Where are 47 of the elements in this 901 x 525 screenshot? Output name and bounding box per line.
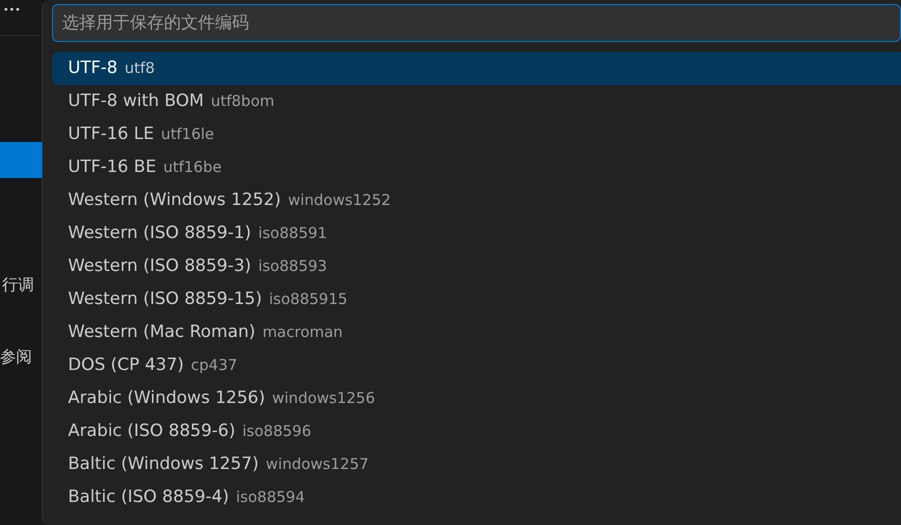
encoding-id: utf8bom (210, 91, 274, 112)
encoding-option[interactable]: Western (ISO 8859-1) iso88591 (52, 217, 901, 250)
encoding-label: Western (ISO 8859-15) (68, 288, 262, 311)
encoding-id: iso88593 (258, 256, 328, 278)
description-text: 参阅 (0, 346, 33, 368)
encoding-id: iso88591 (258, 223, 328, 244)
encoding-label: Western (ISO 8859-1) (68, 222, 252, 245)
encoding-id: iso88594 (236, 487, 305, 508)
encoding-option[interactable]: Western (ISO 8859-3) iso88593 (52, 250, 901, 283)
encoding-option[interactable]: Western (Windows 1252) windows1252 (52, 184, 901, 217)
more-icon[interactable]: ••• (0, 1, 21, 21)
encoding-id: macroman (262, 322, 343, 344)
encoding-option[interactable]: DOS (CP 437) cp437 (52, 349, 901, 382)
encoding-id: utf16be (163, 157, 222, 178)
encoding-option[interactable]: UTF-16 LE utf16le (52, 118, 901, 151)
encoding-label: Baltic (Windows 1257) (68, 452, 259, 476)
encoding-option[interactable]: Western (Mac Roman) macroman (52, 316, 901, 349)
encoding-label: Arabic (Windows 1256) (68, 386, 266, 410)
encoding-id: iso88596 (242, 421, 312, 442)
encoding-label: DOS (CP 437) (68, 354, 184, 377)
encoding-option[interactable]: Western (ISO 8859-15) iso885915 (52, 283, 901, 316)
encoding-label: Arabic (ISO 8859-6) (68, 420, 236, 443)
encoding-option[interactable]: UTF-8 utf8 (52, 52, 901, 85)
encoding-label: UTF-8 with BOM (68, 90, 204, 113)
encoding-option[interactable]: UTF-16 BE utf16be (52, 151, 901, 184)
encoding-option[interactable]: UTF-8 with BOM utf8bom (52, 85, 901, 118)
encoding-label: Western (ISO 8859-3) (68, 254, 252, 278)
search-field[interactable]: 选择用于保存的文件编码 (52, 4, 901, 42)
encoding-id: cp437 (190, 355, 238, 376)
encoding-option[interactable]: Arabic (ISO 8859-6) iso88596 (52, 415, 901, 448)
description-text: 行调 (1, 274, 35, 296)
encoding-id: windows1252 (288, 190, 391, 212)
encoding-label: Western (Windows 1252) (68, 188, 281, 212)
encoding-label: UTF-16 BE (68, 156, 156, 179)
encoding-id: windows1256 (272, 388, 376, 410)
encoding-id: utf16le (161, 124, 214, 146)
encoding-label: UTF-8 (68, 56, 118, 80)
encoding-label: Western (Mac Roman) (68, 320, 256, 344)
encoding-label: UTF-16 LE (68, 122, 154, 146)
encoding-option[interactable]: Baltic (ISO 8859-4) iso88594 (52, 481, 901, 514)
selection-highlight (0, 142, 42, 178)
encoding-id: windows1257 (266, 454, 369, 476)
encoding-id: utf8 (124, 58, 155, 80)
encoding-option[interactable]: Arabic (Windows 1256) windows1256 (52, 382, 901, 415)
encoding-option[interactable]: Baltic (Windows 1257) windows1257 (52, 448, 901, 481)
encoding-id: iso885915 (269, 289, 348, 310)
encoding-label: Baltic (ISO 8859-4) (68, 486, 230, 509)
